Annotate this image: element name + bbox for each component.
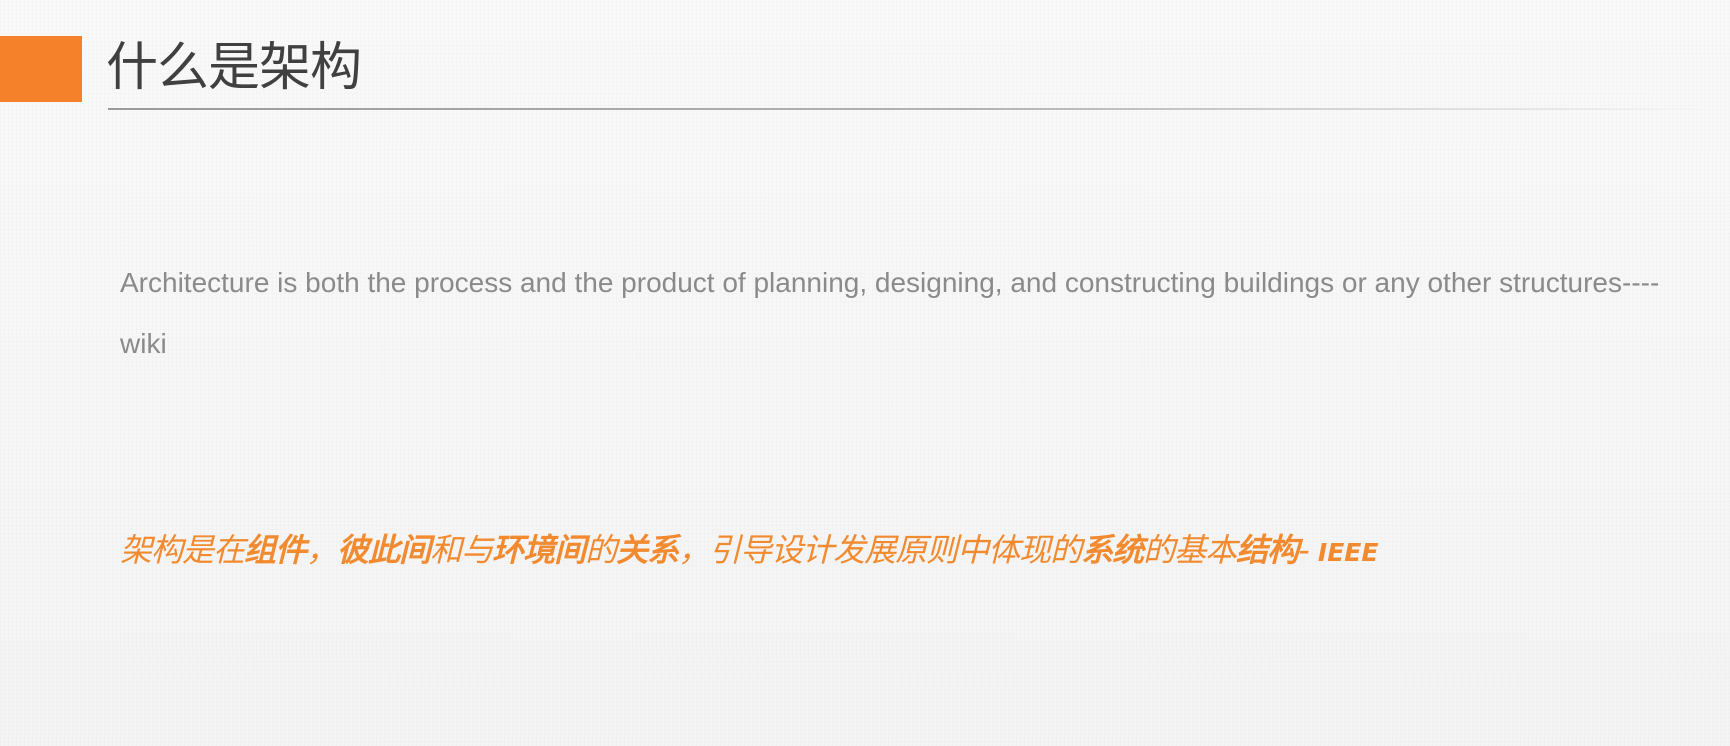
title-divider — [108, 108, 1708, 110]
ieee-definition-keyword: 组件 — [244, 531, 307, 569]
ieee-definition-segment: 的基本 — [1143, 531, 1237, 569]
ieee-definition-keyword: 环境间 — [492, 531, 586, 569]
ieee-definition-keyword: 关系 — [616, 531, 679, 569]
ieee-definition-keyword: 彼此间 — [337, 531, 431, 569]
ieee-source-label: IEEE — [1317, 538, 1379, 567]
ieee-definition-segment: ，引导设计发展原则中体现的 — [678, 531, 1082, 569]
ieee-definition-keyword: 结构 — [1236, 531, 1299, 569]
title-accent-block — [0, 36, 82, 102]
wiki-definition: Architecture is both the process and the… — [120, 267, 1660, 359]
ieee-definition-segment: 架构是在 — [120, 531, 245, 569]
ieee-definition-segment: 和与 — [430, 531, 493, 569]
ieee-definition-keyword: 系统 — [1081, 531, 1144, 569]
ieee-definition-segment: 的 — [585, 531, 617, 569]
ieee-definition-segment: ， — [306, 531, 338, 569]
ieee-definition-segment: - — [1298, 531, 1318, 569]
slide-title: 什么是架构 — [106, 38, 362, 98]
ieee-definition: 架构是在组件，彼此间和与环境间的关系，引导设计发展原则中体现的系统的基本结构- … — [120, 522, 1680, 578]
